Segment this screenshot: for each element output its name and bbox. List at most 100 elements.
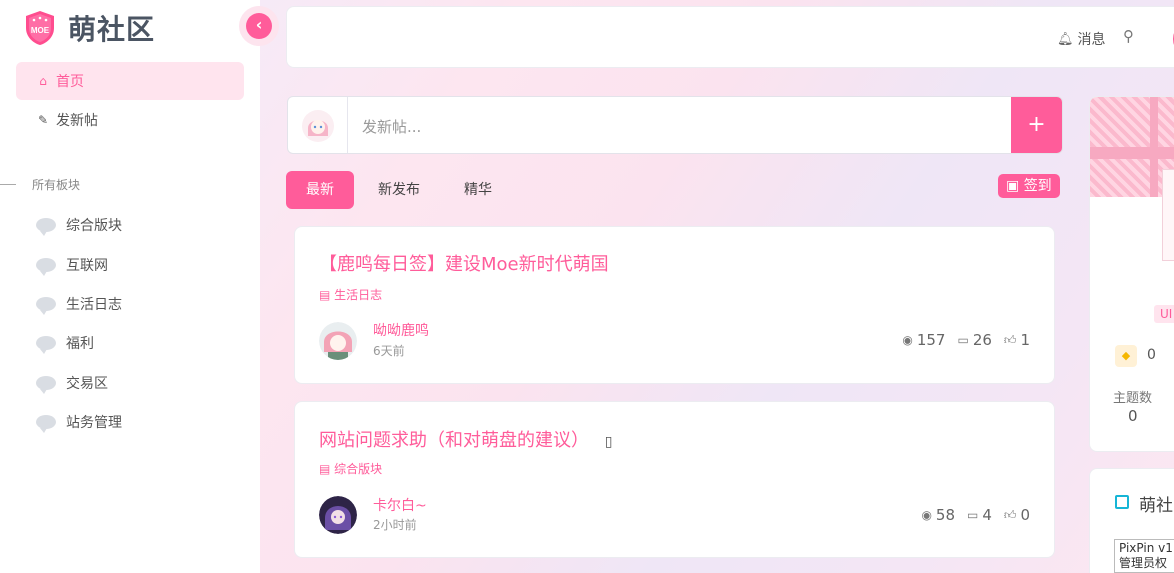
author-name[interactable]: 卡尔白~ — [373, 495, 427, 515]
post-title[interactable]: 网站问题求助（和对萌盘的建议） ▯ — [319, 426, 612, 452]
sidebar-item-welfare[interactable]: 福利 — [36, 333, 94, 354]
post-card[interactable]: 网站问题求助（和对萌盘的建议） ▯ ▤ 综合版块 卡尔白~ 2小时前 ◉ 58 ▭… — [294, 401, 1055, 558]
chat-bubble-icon — [36, 376, 56, 394]
feed-tabs: 最新 新发布 精华 — [286, 171, 516, 209]
coin-count: 0 — [1147, 347, 1156, 363]
likes-count: 0 — [1020, 506, 1030, 524]
composer-placeholder[interactable]: 发新帖... — [362, 116, 421, 137]
board-label: 站务管理 — [66, 415, 122, 431]
nav-new-post-label: 发新帖 — [56, 113, 98, 129]
calendar-check-icon: ▣ — [1006, 178, 1020, 194]
checkin-label: 签到 — [1023, 178, 1052, 194]
sidebar: MOE 萌社区 ⌂ 首页 ✎ 发新帖 所有板块 综合版块 互联网 生活日志 福利… — [0, 0, 260, 573]
views-stat: ◉ 58 — [921, 506, 955, 524]
svg-text:MOE: MOE — [31, 26, 50, 35]
composer-add-button[interactable]: + — [1011, 97, 1062, 153]
chat-bubble-icon — [36, 258, 56, 276]
tab-latest[interactable]: 最新 — [286, 171, 354, 209]
comments-count: 4 — [982, 506, 992, 524]
post-composer[interactable]: 发新帖... + — [287, 96, 1063, 154]
sidebar-item-trade[interactable]: 交易区 — [36, 373, 108, 394]
sidebar-item-internet[interactable]: 互联网 — [36, 255, 108, 276]
views-stat: ◉ 157 — [902, 331, 945, 349]
views-count: 157 — [916, 331, 946, 349]
nav-home-label: 首页 — [56, 74, 84, 90]
eye-icon: ◉ — [921, 508, 932, 522]
banner-stripe — [1150, 97, 1158, 197]
author-avatar[interactable] — [319, 322, 357, 360]
tooltip-line: PixPin v1 — [1119, 541, 1173, 555]
views-count: 58 — [935, 506, 956, 524]
file-icon: ▯ — [604, 434, 613, 450]
likes-count: 1 — [1020, 331, 1030, 349]
thumbs-up-icon: 👍︎ — [1003, 507, 1017, 522]
search-icon[interactable]: ⚲ — [1123, 27, 1134, 45]
avatar-image — [301, 110, 334, 142]
moe-shield-icon: MOE — [24, 10, 56, 46]
top-bar: 🔔︎ 消息 ⚲ ✎ — [286, 6, 1174, 68]
home-icon: ⌂ — [39, 74, 47, 88]
divider — [0, 184, 16, 185]
post-card[interactable]: 【鹿鸣每日签】建设Moe新时代萌国 ▤ 生活日志 呦呦鹿鸣 6天前 ◉ 157 ▭… — [294, 226, 1055, 384]
messages-link[interactable]: 🔔︎ 消息 — [1057, 29, 1106, 49]
section-title: 所有板块 — [32, 178, 81, 192]
user-avatar — [288, 97, 348, 153]
post-time: 6天前 — [373, 344, 405, 358]
brand-logo[interactable]: MOE 萌社区 — [24, 8, 155, 48]
board-label: 生活日志 — [66, 297, 122, 313]
tab-featured[interactable]: 精华 — [444, 171, 512, 209]
chat-bubble-icon — [36, 218, 56, 236]
post-title[interactable]: 【鹿鸣每日签】建设Moe新时代萌国 — [319, 250, 609, 276]
sidebar-collapse-button[interactable]: ‹ — [239, 6, 279, 46]
post-stats: ◉ 58 ▭ 4 👍︎ 0 — [909, 506, 1030, 524]
chat-bubble-icon — [36, 415, 56, 433]
tab-new[interactable]: 新发布 — [358, 171, 440, 209]
user-profile-card: UI ◆ 0 主题数 0 — [1089, 96, 1174, 452]
message-square-icon: ▤ — [319, 288, 331, 302]
coin-icon: ◆ — [1115, 345, 1137, 367]
chat-bubble-icon — [36, 336, 56, 354]
comments-icon: ▭ — [967, 508, 979, 522]
post-category-label: 生活日志 — [334, 288, 383, 302]
nav-home[interactable]: ⌂ 首页 — [16, 62, 244, 100]
checkin-button[interactable]: ▣ 签到 — [998, 174, 1060, 198]
tooltip-line: 管理员权 — [1119, 556, 1168, 570]
chevron-left-icon: ‹ — [246, 13, 272, 39]
sidebar-item-general[interactable]: 综合版块 — [36, 215, 122, 236]
author-avatar[interactable] — [319, 496, 357, 534]
message-square-icon: ▤ — [319, 462, 331, 476]
sidebar-item-site-admin[interactable]: 站务管理 — [36, 412, 122, 433]
brand-name: 萌社区 — [68, 13, 156, 46]
user-tag-badge: UI — [1154, 305, 1174, 323]
profile-portrait — [1162, 169, 1174, 261]
bell-icon: 🔔︎ — [1057, 31, 1074, 47]
board-label: 综合版块 — [66, 218, 122, 234]
nav-new-post[interactable]: ✎ 发新帖 — [16, 101, 244, 139]
sidebar-item-life-log[interactable]: 生活日志 — [36, 294, 122, 315]
post-category-label: 综合版块 — [334, 462, 383, 476]
board-label: 福利 — [66, 336, 94, 352]
likes-stat[interactable]: 👍︎ 0 — [1004, 506, 1030, 524]
comments-stat: ▭ 4 — [967, 506, 992, 524]
comments-count: 26 — [972, 331, 992, 349]
messages-label: 消息 — [1077, 32, 1106, 48]
eye-icon: ◉ — [902, 333, 913, 347]
comments-stat: ▭ 26 — [957, 331, 991, 349]
topics-count: 0 — [1128, 407, 1138, 425]
likes-stat[interactable]: 👍︎ 1 — [1004, 331, 1030, 349]
board-label: 交易区 — [66, 376, 108, 392]
board-label: 互联网 — [66, 258, 108, 274]
community-card-title: 萌社 — [1139, 496, 1173, 516]
boards-section-label: 所有板块 — [0, 176, 80, 193]
comments-icon: ▭ — [957, 333, 969, 347]
post-title-text: 网站问题求助（和对萌盘的建议） — [319, 430, 589, 451]
post-category[interactable]: ▤ 生活日志 — [319, 286, 382, 303]
edit-icon: ✎ — [37, 113, 49, 127]
post-category[interactable]: ▤ 综合版块 — [319, 460, 382, 477]
post-stats: ◉ 157 ▭ 26 👍︎ 1 — [890, 331, 1030, 349]
grid-icon — [1115, 495, 1129, 509]
main-content: 🔔︎ 消息 ⚲ ✎ 发新帖... + 最新 新发布 精华 ▣ 签到 【鹿鸣每日签… — [260, 0, 1174, 573]
thumbs-up-icon: 👍︎ — [1003, 332, 1017, 347]
author-name[interactable]: 呦呦鹿鸣 — [373, 320, 429, 340]
post-time: 2小时前 — [373, 518, 417, 532]
